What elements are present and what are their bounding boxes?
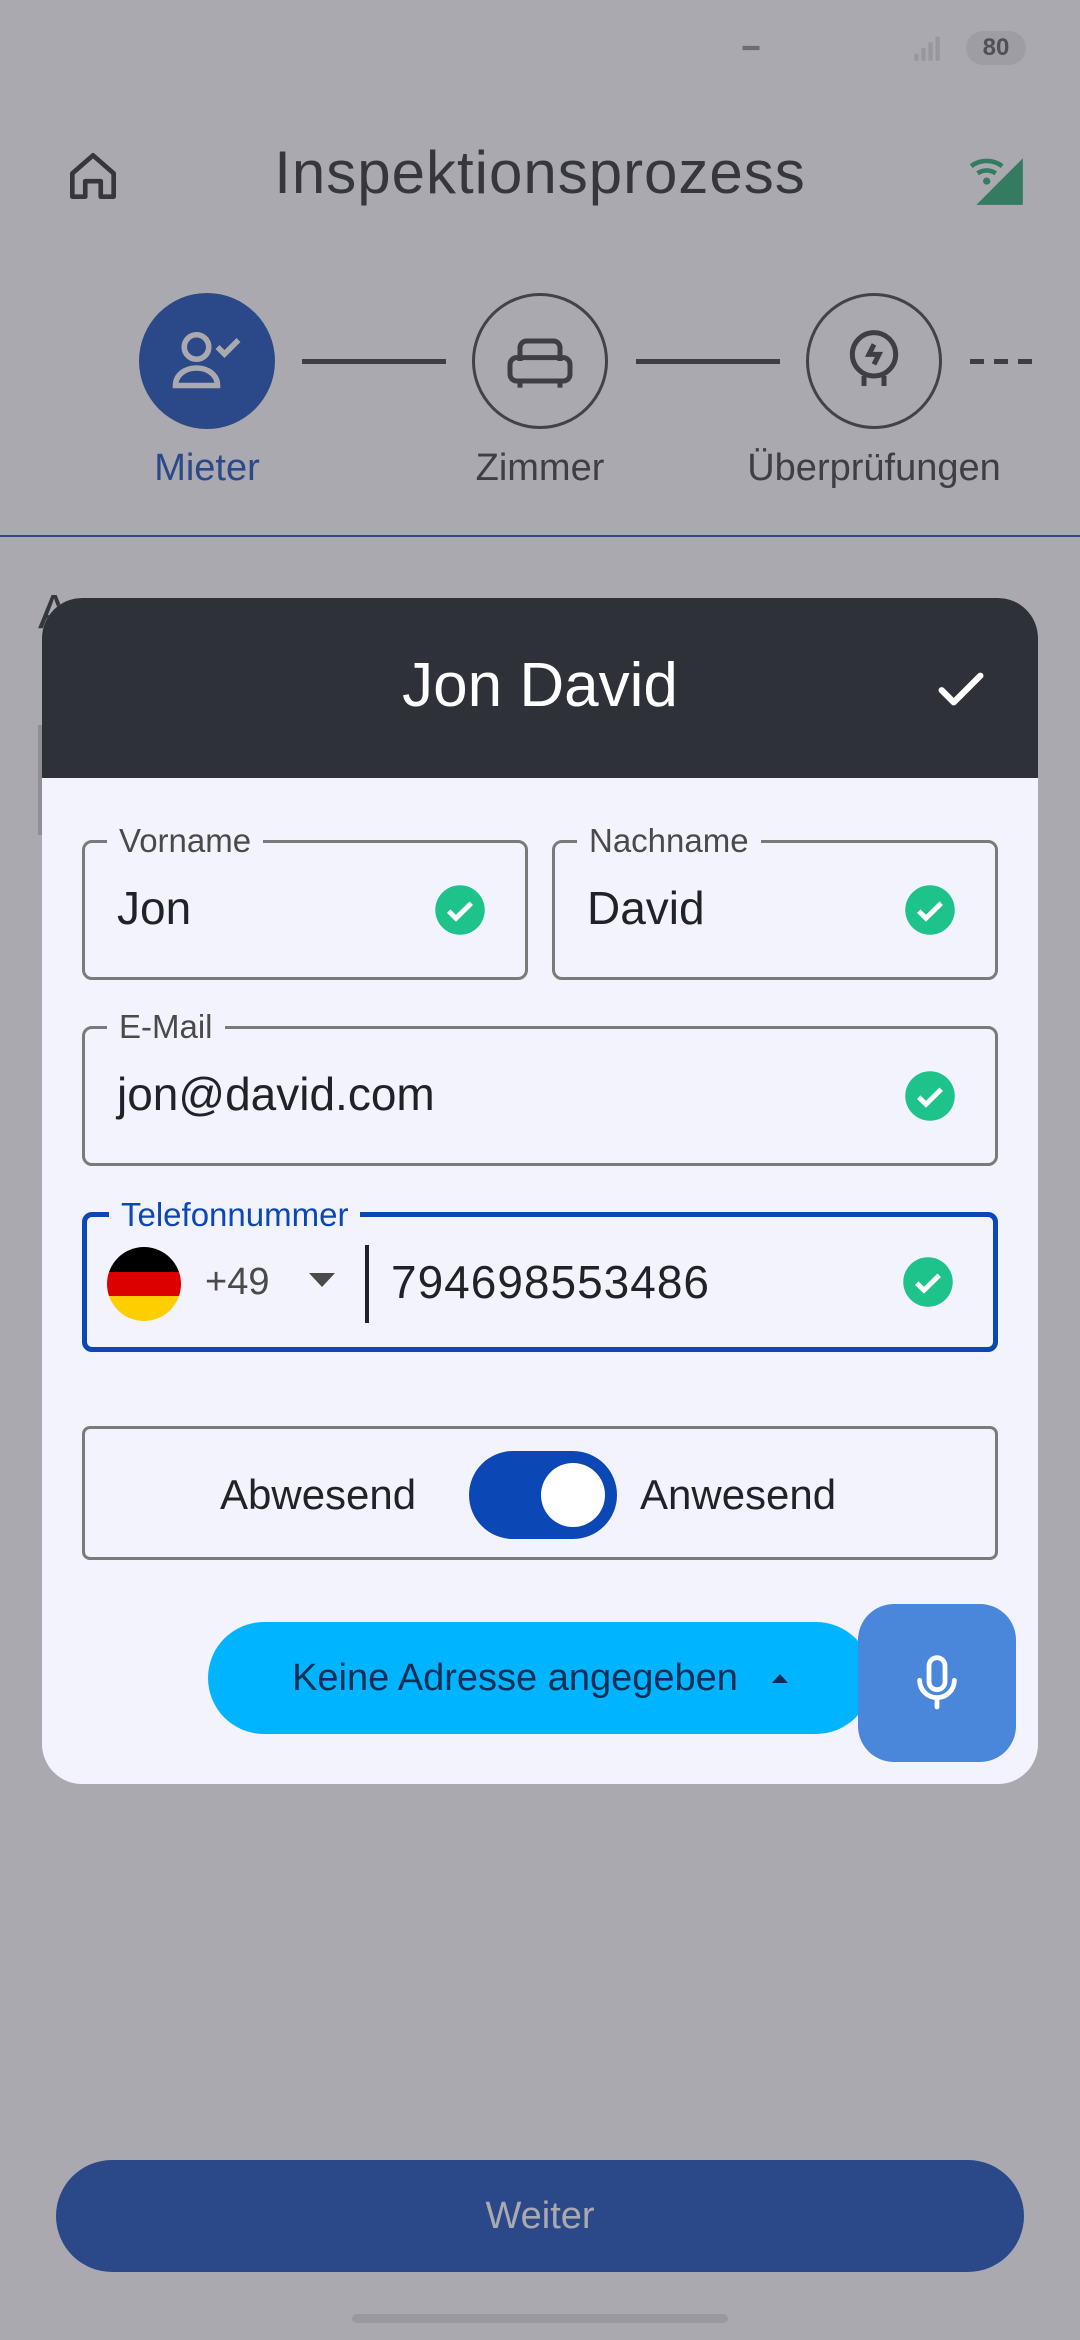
app-screen: 22:14 80 Inspektionsprozess Mieter Zimme… <box>0 0 1080 2340</box>
confirm-button[interactable] <box>932 660 990 718</box>
country-dropdown-icon[interactable] <box>309 1273 335 1287</box>
phone-value[interactable]: 794698553486 <box>391 1255 710 1309</box>
caret-up-icon <box>771 1673 788 1683</box>
last-name-value[interactable]: David <box>587 881 705 935</box>
tenant-dialog: Jon David Vorname Jon Nachname David E-M… <box>42 598 1038 1784</box>
germany-flag-icon[interactable] <box>107 1247 181 1321</box>
text-cursor <box>365 1245 369 1323</box>
checkmark-icon <box>938 672 984 706</box>
last-name-field[interactable]: Nachname David <box>552 821 998 980</box>
voice-input-button[interactable] <box>858 1604 1016 1762</box>
field-label: Vorname <box>107 821 264 861</box>
valid-check-icon <box>905 885 955 935</box>
first-name-field[interactable]: Vorname Jon <box>82 821 528 980</box>
dialog-title: Jon David <box>402 651 678 720</box>
phone-field[interactable]: Telefonnummer +49 794698553486 <box>82 1195 998 1352</box>
valid-check-icon <box>435 885 485 935</box>
field-label: Nachname <box>577 821 761 861</box>
dialog-header: Jon David <box>42 598 1038 778</box>
presence-toggle[interactable] <box>469 1451 617 1539</box>
presence-selector: Abwesend Anwesend <box>82 1426 998 1560</box>
absent-label[interactable]: Abwesend <box>220 1471 416 1519</box>
field-label: Telefonnummer <box>109 1195 361 1235</box>
address-button-label: Keine Adresse angegeben <box>292 1656 738 1699</box>
valid-check-icon <box>905 1071 955 1121</box>
address-dropdown-button[interactable]: Keine Adresse angegeben <box>208 1622 872 1734</box>
country-code[interactable]: +49 <box>205 1261 269 1304</box>
first-name-value[interactable]: Jon <box>117 881 191 935</box>
valid-check-icon <box>903 1257 953 1307</box>
email-field[interactable]: E-Mail jon@david.com <box>82 1007 998 1166</box>
microphone-icon <box>917 1655 957 1710</box>
email-value[interactable]: jon@david.com <box>117 1067 435 1121</box>
toggle-knob <box>541 1463 605 1527</box>
field-label: E-Mail <box>107 1007 225 1047</box>
present-label[interactable]: Anwesend <box>640 1471 836 1519</box>
